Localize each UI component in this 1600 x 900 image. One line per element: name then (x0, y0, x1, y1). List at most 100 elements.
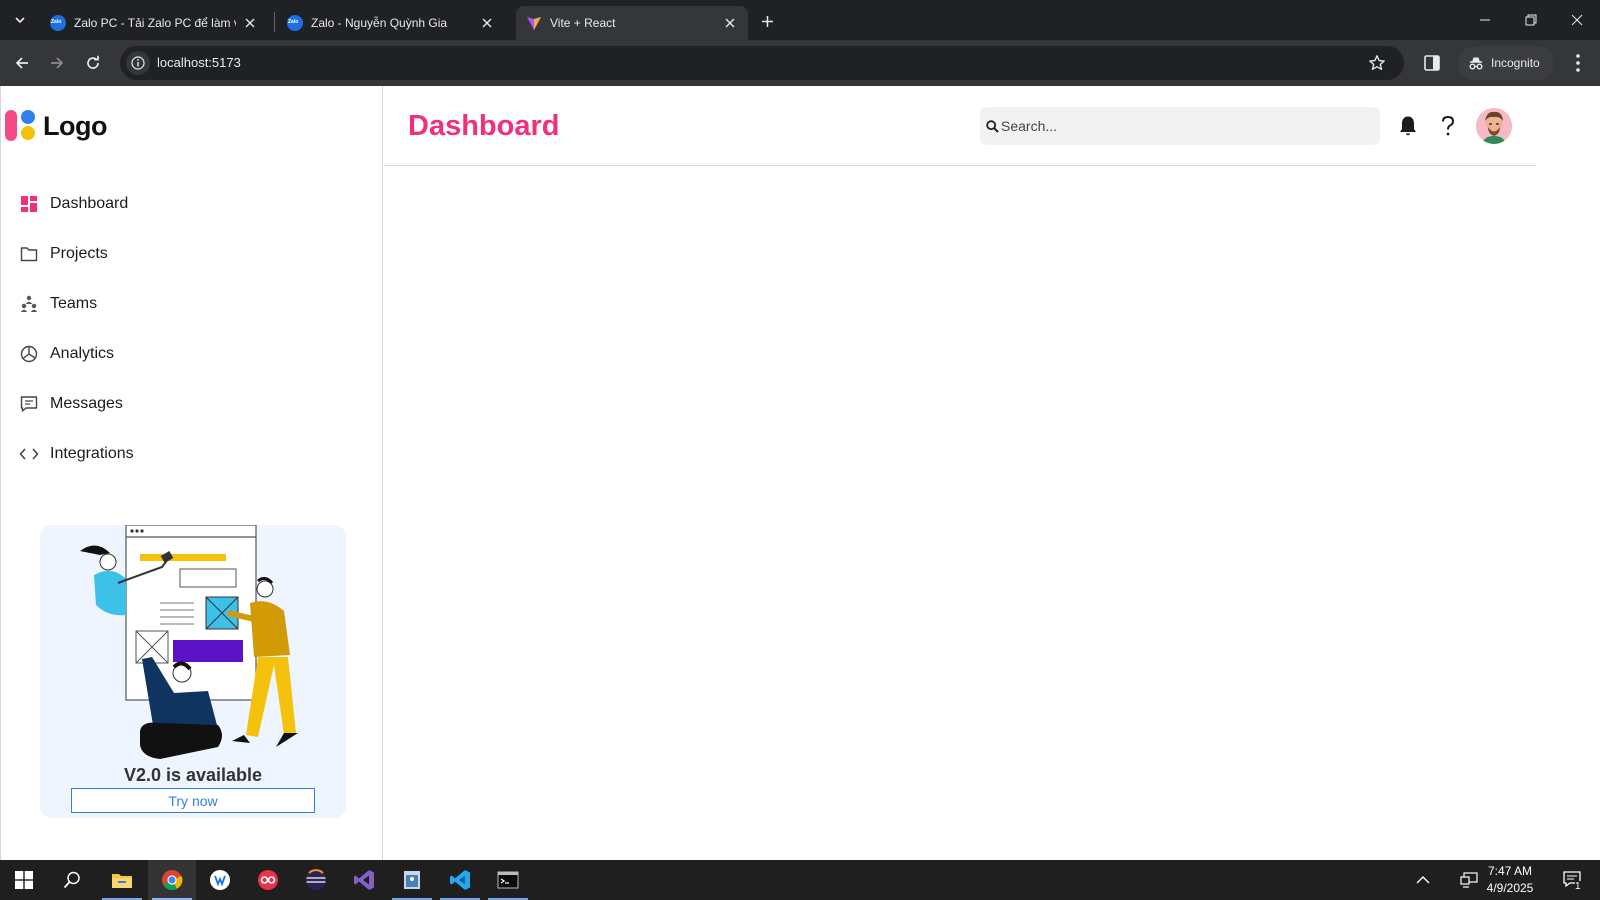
sidebar-item-label: Messages (50, 395, 123, 412)
sidebar-item-label: Dashboard (50, 195, 129, 212)
message-icon (19, 394, 39, 414)
sidebar-item-label: Projects (50, 245, 108, 262)
sidebar-item-label: Analytics (50, 345, 115, 362)
page-title: Dashboard (408, 110, 560, 142)
sidebar-item-label: Teams (50, 295, 98, 312)
notification-center-button[interactable]: 1 (1556, 860, 1590, 900)
plus-icon (761, 15, 773, 27)
taskbar-chrome[interactable] (148, 860, 196, 900)
tab-title: Vite + React (550, 16, 616, 30)
taskbar-visual-studio[interactable] (340, 860, 388, 900)
code-icon (19, 444, 39, 464)
visual-studio-icon (354, 870, 374, 890)
help-button[interactable] (1436, 114, 1460, 138)
close-window-button[interactable] (1560, 6, 1594, 34)
dashboard-icon (19, 194, 39, 214)
taskbar-clock[interactable]: 7:47 AM 4/9/2025 (1470, 863, 1550, 897)
browser-tab[interactable]: Zalo - Nguyễn Quỳnh Gia (277, 6, 505, 40)
zalo-favicon-icon (287, 15, 303, 31)
reload-button[interactable] (79, 49, 107, 77)
taskbar-app-icon[interactable] (388, 860, 436, 900)
close-icon (1571, 14, 1583, 26)
windows-logo-icon (15, 871, 33, 889)
sidebar-item-analytics[interactable]: Analytics (1, 329, 384, 379)
sidebar-item-teams[interactable]: Teams (1, 279, 384, 329)
browser-tab-active[interactable]: Vite + React (516, 6, 748, 40)
page-header: Dashboard (384, 86, 1536, 166)
team-illustration-icon (80, 525, 298, 759)
site-info-icon[interactable] (126, 51, 150, 75)
sidebar-item-dashboard[interactable]: Dashboard (1, 179, 384, 229)
browser-toolbar: localhost:5173 Incognito (0, 40, 1600, 86)
arrow-left-icon (15, 57, 28, 69)
taskbar-eclipse[interactable] (292, 860, 340, 900)
tab-close-icon[interactable] (479, 15, 495, 31)
tab-search-button[interactable] (7, 7, 33, 33)
taskbar-app-icon[interactable] (196, 860, 244, 900)
start-button[interactable] (0, 860, 48, 900)
sidebar-item-projects[interactable]: Projects (1, 229, 384, 279)
windows-taskbar: 7:47 AM 4/9/2025 1 (0, 860, 1600, 900)
pie-chart-icon (19, 344, 39, 364)
incognito-label: Incognito (1491, 56, 1540, 70)
app-logo[interactable]: Logo (5, 110, 107, 142)
notifications-button[interactable] (1396, 114, 1420, 138)
sidebar-item-label: Integrations (50, 445, 134, 462)
sidebar-nav: Dashboard Projects Teams Analytics Messa… (1, 179, 384, 479)
bell-icon (1400, 116, 1416, 136)
clock-date: 4/9/2025 (1486, 881, 1534, 895)
user-avatar[interactable] (1476, 108, 1512, 144)
search-input[interactable] (1001, 118, 1361, 134)
taskbar-terminal[interactable] (484, 860, 532, 900)
bookmark-star-icon[interactable] (1368, 54, 1386, 72)
taskbar-app-icon[interactable] (244, 860, 292, 900)
promo-title: V2.0 is available (123, 765, 263, 785)
app-circle-icon (210, 870, 230, 890)
chevron-up-icon (1416, 876, 1430, 884)
restore-button[interactable] (1514, 6, 1548, 34)
browser-tab-strip: Zalo PC - Tải Zalo PC để làm việc Zalo -… (0, 0, 1600, 40)
forward-button[interactable] (43, 49, 71, 77)
tab-title: Zalo - Nguyễn Quỳnh Gia (311, 16, 448, 30)
zalo-favicon-icon (50, 15, 66, 31)
vscode-icon (450, 870, 470, 890)
eclipse-icon (306, 869, 326, 890)
more-vertical-icon[interactable] (1568, 52, 1588, 74)
taskbar-file-explorer[interactable] (98, 860, 146, 900)
search-icon (986, 119, 999, 133)
taskbar-search-button[interactable] (48, 860, 96, 900)
address-bar[interactable]: localhost:5173 (120, 46, 1404, 80)
tab-close-icon[interactable] (722, 15, 738, 31)
arrow-right-icon (51, 57, 64, 69)
back-button[interactable] (8, 49, 36, 77)
folder-icon (112, 874, 132, 888)
tab-close-icon[interactable] (242, 15, 258, 31)
search-box[interactable] (980, 107, 1380, 145)
upgrade-promo-card: V2.0 is available Try now (40, 525, 346, 818)
sidebar-item-integrations[interactable]: Integrations (1, 429, 384, 479)
logo-mark-icon (5, 110, 37, 142)
search-icon (63, 871, 80, 889)
show-hidden-icons-button[interactable] (1408, 860, 1438, 900)
minimize-button[interactable] (1468, 6, 1502, 34)
taskbar-vscode[interactable] (436, 860, 484, 900)
sidebar-item-messages[interactable]: Messages (1, 379, 384, 429)
incognito-icon (1469, 57, 1483, 70)
vite-favicon-icon (526, 15, 542, 31)
clock-time: 7:47 AM (1487, 864, 1533, 878)
sidebar: Logo Dashboard Projects Teams Analytics … (0, 86, 383, 860)
app-icon (258, 870, 278, 890)
new-tab-button[interactable] (756, 10, 778, 32)
database-app-icon (404, 871, 420, 889)
try-now-button[interactable]: Try now (71, 788, 315, 813)
side-panel-icon[interactable] (1422, 53, 1442, 73)
restore-icon (1525, 14, 1537, 26)
browser-tab[interactable]: Zalo PC - Tải Zalo PC để làm việc (40, 6, 268, 40)
question-mark-icon (1442, 115, 1455, 136)
avatar-icon (1476, 108, 1512, 144)
reload-icon (87, 55, 99, 69)
folder-icon (19, 244, 39, 264)
chrome-icon (162, 870, 183, 891)
notification-count-badge: 1 (1575, 881, 1581, 892)
incognito-indicator[interactable]: Incognito (1458, 46, 1554, 80)
